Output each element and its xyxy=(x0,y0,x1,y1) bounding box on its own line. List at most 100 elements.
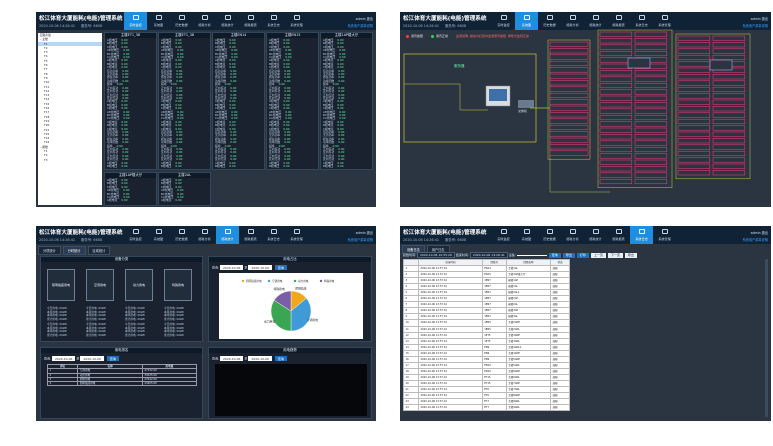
device-module xyxy=(677,157,711,163)
param-label: A相电流 xyxy=(161,198,172,203)
card-lighting[interactable]: 照明插座用电 xyxy=(47,269,75,301)
nav-item-6[interactable]: 系统日志 xyxy=(262,226,285,244)
param-value: 0.00 xyxy=(122,140,129,145)
device-module xyxy=(677,80,711,86)
start-time-input[interactable]: 2020-10-06 10:55:26 xyxy=(417,252,455,258)
nav-item-2[interactable]: 历史数据 xyxy=(170,12,193,30)
nav-icon xyxy=(638,229,645,235)
device-input[interactable] xyxy=(516,254,547,256)
nav-item-6[interactable]: 系统日志 xyxy=(262,12,285,30)
usage-trend-panel: 用电趋势 查询: 2020-10-06 至 2020-10-06 查询 xyxy=(208,347,372,419)
user-box[interactable]: admin 退出 系统用户菜单说明 xyxy=(348,230,374,242)
date-end-input[interactable]: 2020-10-06 xyxy=(248,356,272,361)
device-module xyxy=(634,108,668,114)
print-button[interactable]: 打印 xyxy=(576,252,589,258)
tab-area-stat[interactable]: 区域统计 xyxy=(87,246,111,255)
nav-item-6[interactable]: 系统日志 xyxy=(630,226,653,244)
nav-item-0[interactable]: 实时监控 xyxy=(124,12,147,30)
nav-item-4[interactable]: 能耗统计 xyxy=(584,226,607,244)
date-start-input[interactable]: 2020-10-06 xyxy=(220,265,244,270)
device-module xyxy=(599,178,633,185)
meter-panel: 主楼1AP楼大厅 A相电压 0.00 B相电压 0.00 C相电压 0.00 AB线电压 0.0… xyxy=(320,32,373,170)
nav-icon xyxy=(270,229,277,235)
nav-item-1[interactable]: 系统图 xyxy=(147,226,170,244)
device-module xyxy=(712,138,746,144)
card-stat-line: 累计用电: 0KWh xyxy=(125,332,146,337)
end-time-input[interactable]: 2020-10-06 14:26:41 xyxy=(469,252,508,258)
nav-item-5[interactable]: 能耗报表 xyxy=(607,226,630,244)
device-module xyxy=(549,60,589,67)
scrollbar[interactable] xyxy=(765,259,768,417)
stat-tabs: 分项统计 分时统计 区域统计 xyxy=(38,246,112,255)
next-page-button[interactable]: 下一页 xyxy=(607,252,623,258)
card-power[interactable]: 动力用电 xyxy=(125,269,153,301)
nav-item-0[interactable]: 实时监控 xyxy=(492,226,515,244)
nav-item-0[interactable]: 实时监控 xyxy=(124,226,147,244)
trend-query-button[interactable]: 查询 xyxy=(274,356,287,361)
table-cell: 故障 xyxy=(550,404,570,412)
nav-item-4[interactable]: 能耗统计 xyxy=(216,226,239,244)
circuit-tree[interactable]: 回路列表 – 主楼 T1 T2 T3 T4 T5 T6 T7 T8 T9 T10 T11 T12 T13 T1… xyxy=(38,33,102,205)
tree-item[interactable]: T3 xyxy=(38,158,102,162)
device-module xyxy=(634,50,668,57)
nav-item-2[interactable]: 历史数据 xyxy=(538,226,561,244)
query-button[interactable]: 查询 xyxy=(274,265,287,270)
nav-item-7[interactable]: 系统管理 xyxy=(285,226,308,244)
device-module xyxy=(634,31,668,37)
nav-item-7[interactable]: 系统管理 xyxy=(285,12,308,30)
user-box[interactable]: admin 退出 系统用户菜单说明 xyxy=(743,230,769,242)
device-module xyxy=(549,131,589,137)
device-module xyxy=(599,95,633,101)
nav-label: 能耗报表 xyxy=(244,22,257,27)
date-end-input[interactable]: 2020-10-06 xyxy=(248,265,272,270)
nav-item-1[interactable]: 系统图 xyxy=(515,226,538,244)
device-module xyxy=(677,93,711,99)
nav-item-7[interactable]: 系统管理 xyxy=(653,226,676,244)
device-module-highlight xyxy=(709,59,733,71)
table-row[interactable]: 24 2020-10-06 13:57:10 ET7 主楼9ANL 故障 xyxy=(403,404,570,412)
nav-item-3[interactable]: 能耗分析 xyxy=(193,226,216,244)
nav-item-3[interactable]: 能耗分析 xyxy=(193,12,216,30)
nav-item-4[interactable]: 能耗统计 xyxy=(216,12,239,30)
date-end-input[interactable]: 2020-10-06 xyxy=(80,356,104,361)
nav-icon xyxy=(155,229,162,235)
nav-item-1[interactable]: 系统图 xyxy=(147,12,170,30)
card-stat-block: 今日用电: 0KWh 本月用电: 0KWh 本年用电: 0KWh 累计用电: 0KWh xyxy=(125,322,146,337)
tab-time-stat[interactable]: 分时统计 xyxy=(62,246,86,255)
nav-icon xyxy=(615,229,622,235)
export-page-button[interactable]: 导出 xyxy=(624,252,637,258)
prev-page-button[interactable]: 上一页 xyxy=(590,252,606,258)
device-module xyxy=(634,153,668,159)
nav-item-5[interactable]: 能耗报表 xyxy=(239,226,262,244)
param-row: B相电压 0.00 xyxy=(269,164,292,169)
user-box[interactable]: admin 退出 系统用户菜单说明 xyxy=(348,16,374,28)
query-button[interactable]: 查询 xyxy=(548,252,561,258)
panel-title: 用电占比 xyxy=(209,257,371,262)
device-module xyxy=(599,159,633,165)
nav-item-2[interactable]: 历史数据 xyxy=(170,226,193,244)
export-button[interactable]: 导出 xyxy=(562,252,575,258)
device-module xyxy=(634,38,668,44)
device-module xyxy=(599,63,633,69)
nav-label: 系统图 xyxy=(153,22,164,27)
nav-item-5[interactable]: 能耗报表 xyxy=(239,12,262,30)
param-value: 0.00 xyxy=(122,78,129,83)
card-aircon[interactable]: 空调用电 xyxy=(86,269,114,301)
query-button[interactable]: 查询 xyxy=(106,356,119,361)
device-module xyxy=(634,102,668,108)
nav-label: 实时监控 xyxy=(497,236,510,241)
screenshot-system-diagram: 松江体育大厦能耗(电能)管理系统 2020-10-06 14:26:41 服务号:… xyxy=(400,12,771,207)
device-module xyxy=(599,134,633,140)
param-value: 0.00 xyxy=(283,164,290,169)
table-row[interactable]: 4 照明插座用电 23605.00 xyxy=(46,381,198,387)
date-start-input[interactable]: 2020-10-06 xyxy=(52,356,76,361)
tab-item-stat[interactable]: 分项统计 xyxy=(38,246,61,255)
screenshot-system-log: 松江体育大厦能耗(电能)管理系统 2020-10-06 14:26:41 服务号:… xyxy=(400,226,771,421)
device-module xyxy=(549,80,589,86)
card-special[interactable]: 特殊用电 xyxy=(164,269,192,301)
date-start-input[interactable]: 2020-10-06 xyxy=(220,356,244,361)
nav-item-3[interactable]: 能耗分析 xyxy=(561,226,584,244)
device-module xyxy=(634,178,668,185)
device-module xyxy=(599,50,633,57)
nav-icon xyxy=(224,15,231,21)
